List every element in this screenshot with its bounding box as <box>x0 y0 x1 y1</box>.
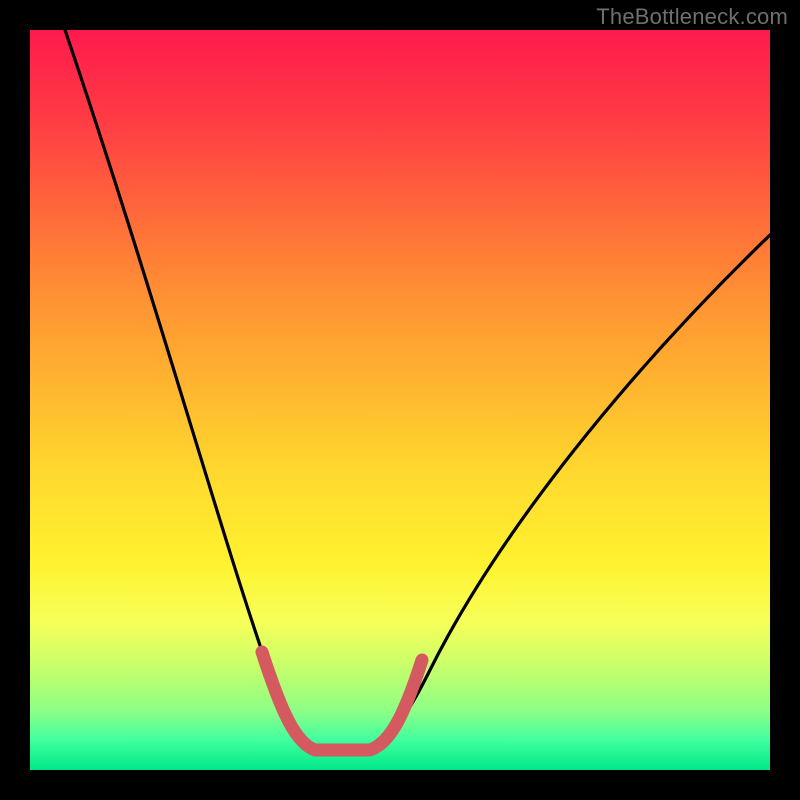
chart-frame: TheBottleneck.com <box>0 0 800 800</box>
watermark-text: TheBottleneck.com <box>596 4 788 30</box>
highlight-segment <box>262 652 422 750</box>
plot-area <box>30 30 770 770</box>
bottleneck-curve <box>65 30 770 748</box>
curve-layer <box>30 30 770 770</box>
